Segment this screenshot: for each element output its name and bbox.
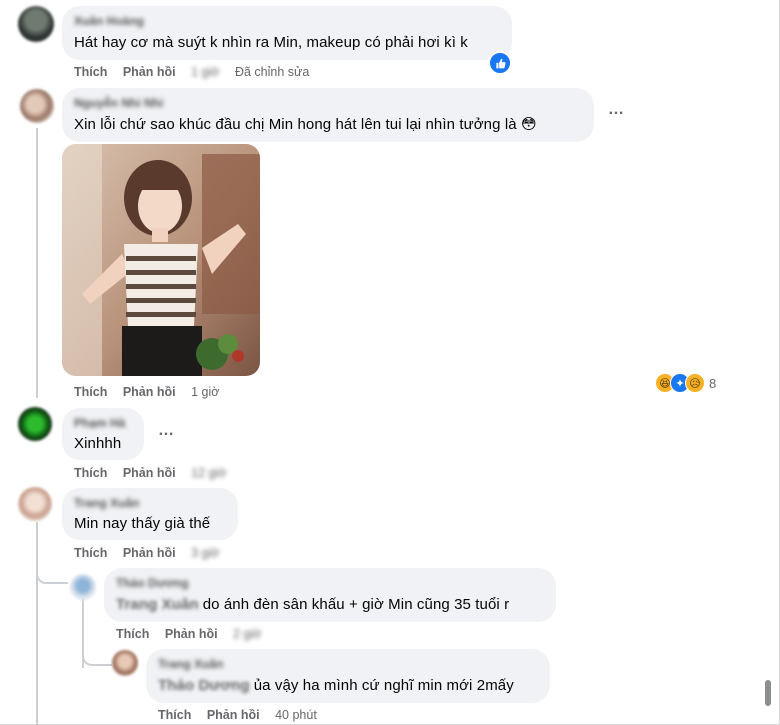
commenter-name[interactable]: Trang Xuân [74,495,226,511]
reply-text: ủa vậy ha mình cứ nghĩ min mới 2mấy [253,677,514,694]
timestamp[interactable]: 40 phút [275,708,317,722]
edited-label: Đã chỉnh sửa [234,65,310,79]
thread-curve [82,650,112,666]
attached-photo[interactable] [62,144,260,376]
reply-button[interactable]: Phản hồi [123,65,176,79]
thread-line [36,128,38,398]
avatar[interactable] [18,6,54,42]
commenter-name[interactable]: Trang Xuân [158,656,538,672]
comment-actions: Thích Phản hồi 2 giờ [116,627,273,641]
timestamp[interactable]: 3 giờ [191,546,219,560]
avatar[interactable] [20,89,54,123]
more-options-icon[interactable]: … [608,101,625,119]
reply-button[interactable]: Phản hồi [123,546,176,560]
reply-bubble: Thảo Dương Trang Xuân do ánh đèn sân khấu… [104,568,556,622]
comment-bubble: Nguyễn Nhi Nhi Xin lỗi chứ sao khúc đầu … [62,88,594,142]
like-button[interactable]: Thích [116,627,149,641]
comment-actions: Thích Phản hồi 1 giờ Đã chỉnh sửa [74,65,321,79]
like-button[interactable]: Thích [158,708,191,722]
reply-button[interactable]: Phản hồi [165,627,218,641]
timestamp[interactable]: 12 giờ [191,466,226,480]
reaction-count: 8 [709,375,717,391]
comment-actions: Thích Phản hồi 40 phút [158,708,329,722]
like-button[interactable]: Thích [74,385,107,399]
reply-text: do ánh đèn sân khấu + giờ Min cũng 35 tu… [202,596,510,613]
commenter-name[interactable]: Nguyễn Nhi Nhi [74,95,582,111]
thread-line [36,522,38,725]
thumbs-up-icon [488,51,512,75]
commenter-name[interactable]: Phạm Hà [74,415,132,431]
comment-text: Trang Xuân do ánh đèn sân khấu + giờ Min … [116,595,544,615]
comment-actions: Thích Phản hồi 1 giờ [74,385,231,399]
scrollbar-thumb[interactable] [765,680,771,706]
more-options-icon[interactable]: … [158,422,175,440]
comment-actions: Thích Phản hồi 12 giờ [74,466,238,480]
comment-actions: Thích Phản hồi 3 giờ [74,546,231,560]
avatar[interactable] [18,487,52,521]
reply-button[interactable]: Phản hồi [123,466,176,480]
comment-bubble: Trang Xuân Min nay thấy già thế [62,488,238,540]
avatar[interactable] [18,407,52,441]
comment-text: Xin lỗi chứ sao khúc đầu chị Min hong há… [74,116,537,133]
timestamp[interactable]: 1 giờ [191,65,219,79]
like-button[interactable]: Thích [74,546,107,560]
comment-text: Min nay thấy già thế [74,515,211,532]
timestamp[interactable]: 2 giờ [233,627,261,641]
comment-text: Thảo Dương ủa vậy ha mình cứ nghĩ min mới… [158,676,538,696]
comment-text: Hát hay cơ mà suýt k nhìn ra Min, makeup… [74,34,468,51]
reply-button[interactable]: Phản hồi [207,708,260,722]
avatar[interactable] [112,650,138,676]
like-button[interactable]: Thích [74,466,107,480]
mention-tag[interactable]: Thảo Dương [158,676,250,696]
commenter-name[interactable]: Thảo Dương [116,575,544,591]
thread-curve [36,568,68,584]
reply-button[interactable]: Phản hồi [123,385,176,399]
mention-tag[interactable]: Trang Xuân [116,595,199,615]
avatar[interactable] [70,574,96,600]
comment-bubble: Xuân Hoàng Hát hay cơ mà suýt k nhìn ra … [62,6,512,60]
commenter-name[interactable]: Xuân Hoàng [74,13,500,29]
timestamp[interactable]: 1 giờ [191,385,219,399]
reaction-summary[interactable]: 😆 ✦ 😥 8 [655,373,716,393]
comment-text: Xinhhh [74,435,122,452]
like-button[interactable]: Thích [74,65,107,79]
comment-bubble: Phạm Hà Xinhhh [62,408,144,460]
sad-icon: 😥 [685,373,705,393]
reply-bubble: Trang Xuân Thảo Dương ủa vậy ha mình cứ n… [146,649,550,703]
